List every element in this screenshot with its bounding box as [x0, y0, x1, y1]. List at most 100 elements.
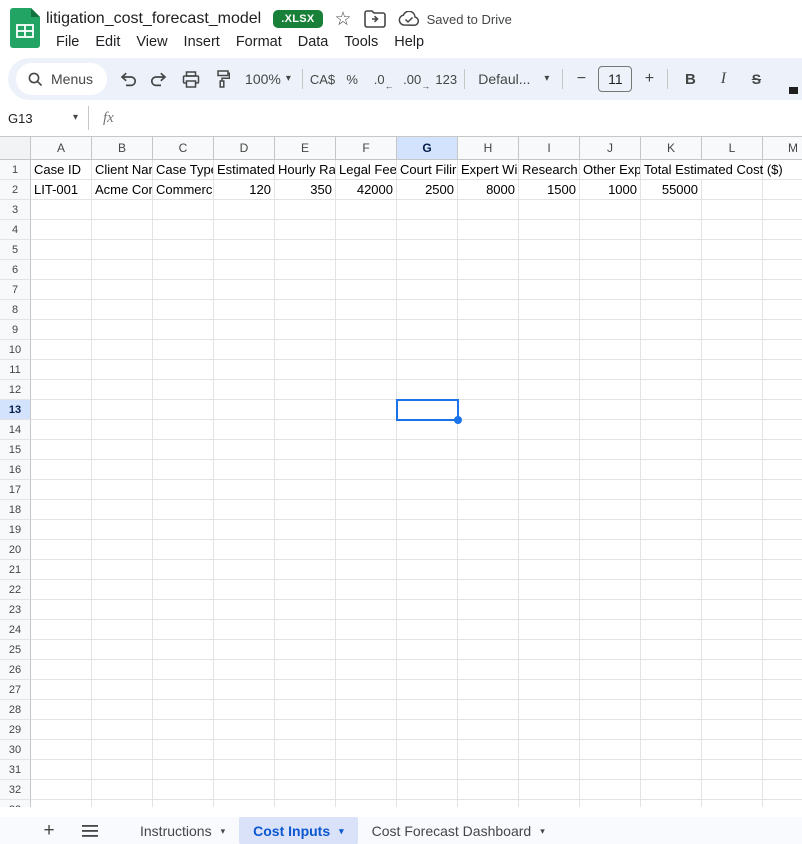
- cell-F32[interactable]: [336, 780, 397, 800]
- menu-data[interactable]: Data: [290, 32, 337, 52]
- cell-G20[interactable]: [397, 540, 458, 560]
- cell-E10[interactable]: [275, 340, 336, 360]
- cell-K33[interactable]: [641, 800, 702, 807]
- cell-J23[interactable]: [580, 600, 641, 620]
- all-sheets-menu-icon[interactable]: [82, 825, 98, 837]
- cell-E33[interactable]: [275, 800, 336, 807]
- cell-K8[interactable]: [641, 300, 702, 320]
- cell-A7[interactable]: [31, 280, 92, 300]
- bold-button[interactable]: B: [679, 65, 701, 93]
- cell-F33[interactable]: [336, 800, 397, 807]
- cell-K9[interactable]: [641, 320, 702, 340]
- cell-A19[interactable]: [31, 520, 92, 540]
- cell-H5[interactable]: [458, 240, 519, 260]
- cell-E4[interactable]: [275, 220, 336, 240]
- cell-B6[interactable]: [92, 260, 153, 280]
- cell-J5[interactable]: [580, 240, 641, 260]
- column-header-C[interactable]: C: [153, 137, 214, 159]
- cell-G22[interactable]: [397, 580, 458, 600]
- cell-K22[interactable]: [641, 580, 702, 600]
- cell-B4[interactable]: [92, 220, 153, 240]
- tab-cost-inputs[interactable]: Cost Inputs ▾: [239, 817, 358, 844]
- cell-E18[interactable]: [275, 500, 336, 520]
- cell-A20[interactable]: [31, 540, 92, 560]
- cell-H10[interactable]: [458, 340, 519, 360]
- paint-format-icon[interactable]: [211, 65, 233, 93]
- row-header-10[interactable]: 10: [0, 340, 31, 360]
- cell-K3[interactable]: [641, 200, 702, 220]
- column-header-E[interactable]: E: [275, 137, 336, 159]
- cell-H6[interactable]: [458, 260, 519, 280]
- cell-J9[interactable]: [580, 320, 641, 340]
- cell-L7[interactable]: [702, 280, 763, 300]
- cell-G1[interactable]: Court Filir: [397, 160, 458, 180]
- cell-H13[interactable]: [458, 400, 519, 420]
- cell-A31[interactable]: [31, 760, 92, 780]
- row-header-11[interactable]: 11: [0, 360, 31, 380]
- star-icon[interactable]: ☆: [335, 10, 352, 29]
- cell-C5[interactable]: [153, 240, 214, 260]
- cell-L6[interactable]: [702, 260, 763, 280]
- cell-F14[interactable]: [336, 420, 397, 440]
- cell-F21[interactable]: [336, 560, 397, 580]
- cell-A21[interactable]: [31, 560, 92, 580]
- cell-D13[interactable]: [214, 400, 275, 420]
- cell-B31[interactable]: [92, 760, 153, 780]
- cell-E30[interactable]: [275, 740, 336, 760]
- cell-M25[interactable]: [763, 640, 802, 660]
- cell-B2[interactable]: Acme Cor: [92, 180, 153, 200]
- cell-F19[interactable]: [336, 520, 397, 540]
- cell-I7[interactable]: [519, 280, 580, 300]
- column-header-G[interactable]: G: [397, 137, 458, 159]
- saved-status[interactable]: Saved to Drive: [398, 11, 512, 27]
- cell-F24[interactable]: [336, 620, 397, 640]
- italic-button[interactable]: I: [712, 65, 734, 93]
- cell-D24[interactable]: [214, 620, 275, 640]
- cell-G31[interactable]: [397, 760, 458, 780]
- row-header-28[interactable]: 28: [0, 700, 31, 720]
- cell-K6[interactable]: [641, 260, 702, 280]
- row-header-18[interactable]: 18: [0, 500, 31, 520]
- cell-F22[interactable]: [336, 580, 397, 600]
- cell-J11[interactable]: [580, 360, 641, 380]
- cell-B18[interactable]: [92, 500, 153, 520]
- cell-E3[interactable]: [275, 200, 336, 220]
- cell-H18[interactable]: [458, 500, 519, 520]
- cell-C22[interactable]: [153, 580, 214, 600]
- cell-D33[interactable]: [214, 800, 275, 807]
- menu-view[interactable]: View: [128, 32, 175, 52]
- cell-I8[interactable]: [519, 300, 580, 320]
- cell-K17[interactable]: [641, 480, 702, 500]
- cell-H19[interactable]: [458, 520, 519, 540]
- cell-H1[interactable]: Expert Wi: [458, 160, 519, 180]
- cell-E22[interactable]: [275, 580, 336, 600]
- move-to-folder-icon[interactable]: [364, 10, 386, 28]
- cell-M6[interactable]: [763, 260, 802, 280]
- cell-C11[interactable]: [153, 360, 214, 380]
- font-size-input[interactable]: 11: [598, 66, 632, 92]
- grid-body[interactable]: 1Case IDClient NarCase TypeEstimatedHour…: [0, 160, 802, 807]
- cell-C21[interactable]: [153, 560, 214, 580]
- cell-H24[interactable]: [458, 620, 519, 640]
- cell-I22[interactable]: [519, 580, 580, 600]
- cell-G33[interactable]: [397, 800, 458, 807]
- cell-I15[interactable]: [519, 440, 580, 460]
- cell-I28[interactable]: [519, 700, 580, 720]
- column-header-L[interactable]: L: [702, 137, 763, 159]
- cell-C13[interactable]: [153, 400, 214, 420]
- cell-J26[interactable]: [580, 660, 641, 680]
- cell-G5[interactable]: [397, 240, 458, 260]
- cell-B21[interactable]: [92, 560, 153, 580]
- cell-D23[interactable]: [214, 600, 275, 620]
- cell-L20[interactable]: [702, 540, 763, 560]
- cell-L13[interactable]: [702, 400, 763, 420]
- cell-C10[interactable]: [153, 340, 214, 360]
- cell-G3[interactable]: [397, 200, 458, 220]
- cell-G25[interactable]: [397, 640, 458, 660]
- cell-C16[interactable]: [153, 460, 214, 480]
- cell-A32[interactable]: [31, 780, 92, 800]
- cell-D32[interactable]: [214, 780, 275, 800]
- cell-C25[interactable]: [153, 640, 214, 660]
- column-header-H[interactable]: H: [458, 137, 519, 159]
- cell-M2[interactable]: [763, 180, 802, 200]
